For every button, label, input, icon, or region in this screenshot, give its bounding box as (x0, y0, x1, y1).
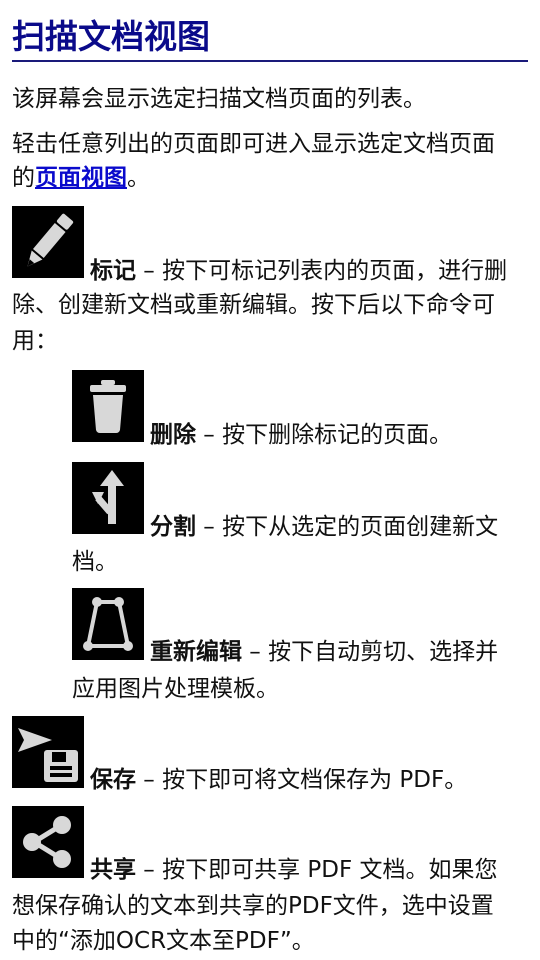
delete-label: 删除 (150, 422, 196, 448)
split-desc-1: – 按下从选定的页面创建新文 (196, 514, 499, 540)
share-line-1: 共享 – 按下即可共享 PDF 文档。如果您 (90, 853, 498, 887)
split-desc-2: 档。 (72, 549, 118, 575)
intro-text: 该屏幕会显示选定扫描文档页面的列表。 (12, 86, 426, 112)
mark-desc-3: 用： (12, 328, 58, 354)
share-desc-3: 中的“添加OCR文本至PDF”。 (12, 928, 315, 954)
reedit-desc-2: 应用图片处理模板。 (72, 676, 279, 702)
share-label: 共享 (90, 857, 136, 883)
save-line: 保存 – 按下即可将文档保存为 PDF。 (90, 763, 467, 797)
tap-prefix: 的 (12, 165, 35, 191)
share-icon (12, 806, 84, 878)
pencil-icon (12, 206, 84, 278)
tap-line-2: 的页面视图。 (12, 161, 528, 195)
reedit-line-1: 重新编辑 – 按下自动剪切、选择并 (150, 635, 498, 669)
reedit-desc-1: – 按下自动剪切、选择并 (242, 639, 499, 665)
trash-icon (72, 370, 144, 442)
page-title: 扫描文档视图 (12, 14, 528, 62)
share-desc-2: 想保存确认的文本到共享的PDF文件，选中设置 (12, 893, 494, 919)
delete-line: 删除 – 按下删除标记的页面。 (150, 418, 452, 452)
save-label: 保存 (90, 767, 136, 793)
share-desc-1: – 按下即可共享 PDF 文档。如果您 (136, 857, 498, 883)
reedit-label: 重新编辑 (150, 639, 242, 665)
mark-desc-1: – 按下可标记列表内的页面，进行删 (136, 258, 508, 284)
tap-instructions: 轻击任意列出的页面即可进入显示选定文档页面 的页面视图。 (12, 127, 528, 195)
split-arrow-icon (72, 462, 144, 534)
page-view-link[interactable]: 页面视图 (35, 165, 127, 191)
split-label: 分割 (150, 514, 196, 540)
save-desc: – 按下即可将文档保存为 PDF。 (136, 767, 468, 793)
mark-desc-2: 除、创建新文档或重新编辑。按下后以下命令可 (12, 292, 495, 318)
mark-line-1: 标记 – 按下可标记列表内的页面，进行删 (90, 254, 507, 288)
mark-label: 标记 (90, 258, 136, 284)
delete-desc: – 按下删除标记的页面。 (196, 422, 453, 448)
tap-suffix: 。 (127, 165, 150, 191)
crop-quad-icon (72, 588, 144, 660)
save-send-icon (12, 716, 84, 788)
tap-line-1: 轻击任意列出的页面即可进入显示选定文档页面 (12, 131, 495, 157)
help-page: 扫描文档视图 该屏幕会显示选定扫描文档页面的列表。 轻击任意列出的页面即可进入显… (0, 0, 540, 960)
split-line-1: 分割 – 按下从选定的页面创建新文 (150, 510, 498, 544)
